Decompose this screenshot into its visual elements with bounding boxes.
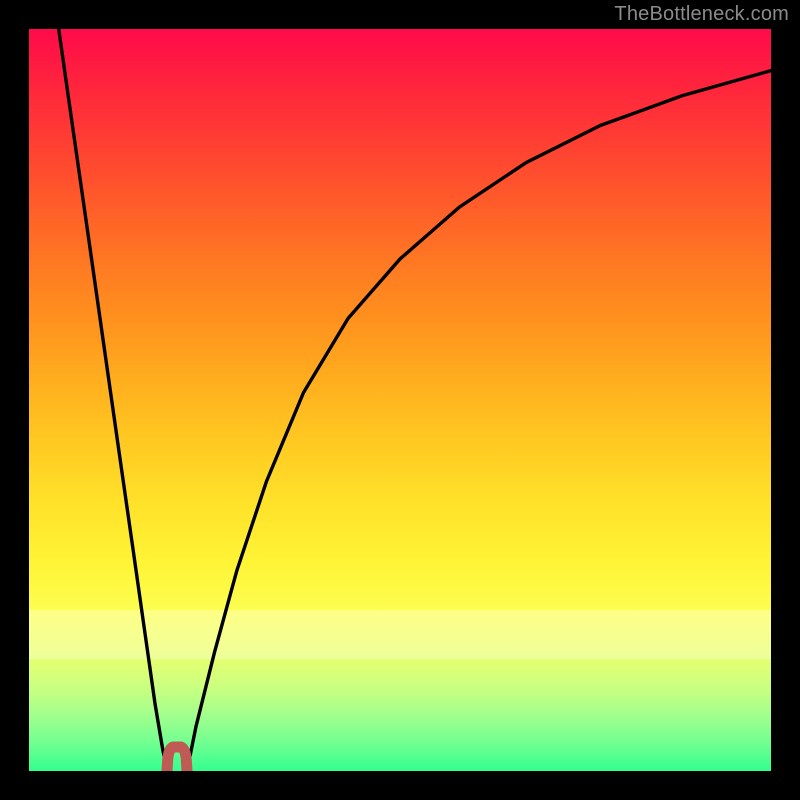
plot-area (29, 29, 771, 771)
watermark-text: TheBottleneck.com (614, 3, 789, 26)
right-branch-curve (187, 71, 771, 771)
trough-marker (167, 747, 187, 771)
left-branch-curve (59, 29, 167, 771)
chart-stage: TheBottleneck.com (0, 0, 800, 800)
curve-layer (29, 29, 771, 771)
